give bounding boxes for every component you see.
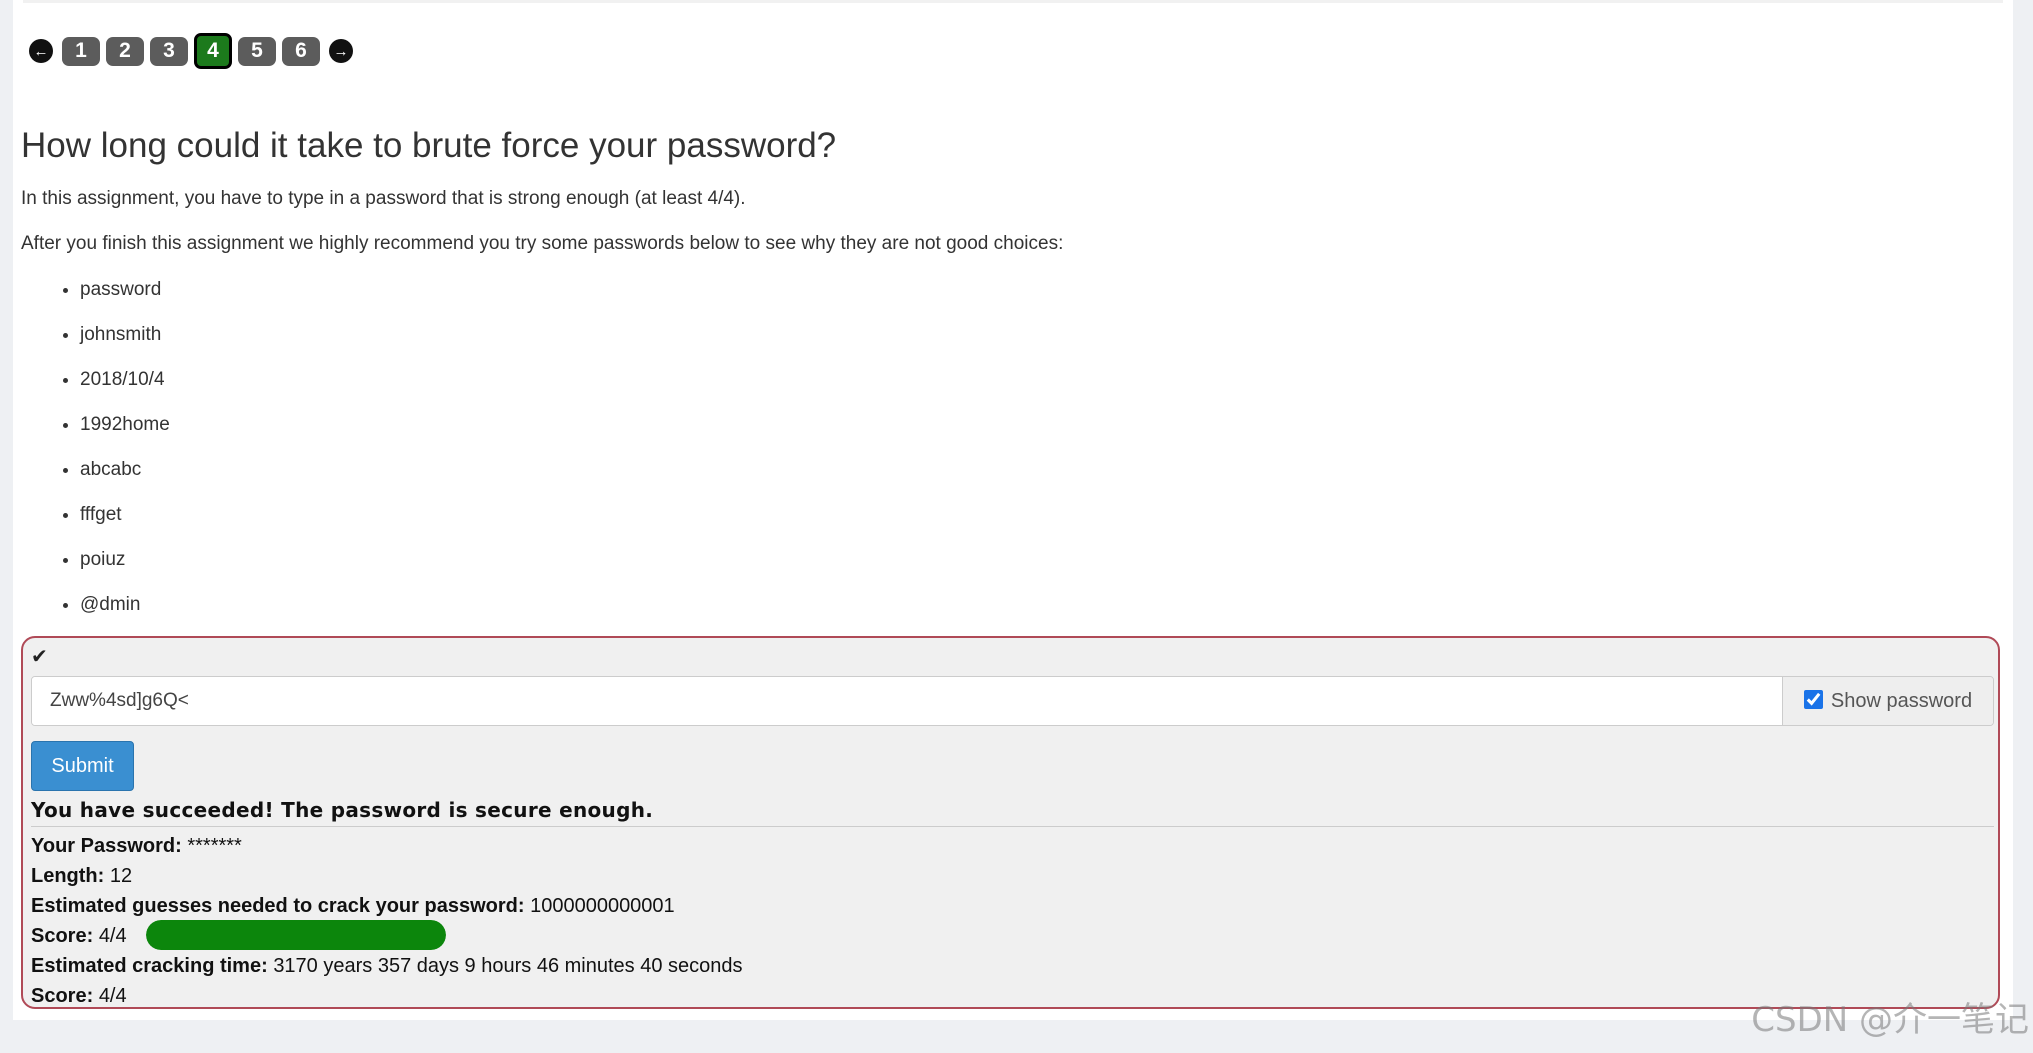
password-masked: ******* xyxy=(187,835,242,857)
csdn-watermark: CSDN @介一笔记 xyxy=(1751,1000,2029,1040)
show-password-checkbox[interactable] xyxy=(1803,689,1823,709)
list-item: fffget xyxy=(80,495,170,540)
cracking-time-label: Estimated cracking time: xyxy=(31,955,268,977)
list-item: @dmin xyxy=(80,585,170,630)
score-summary-value: 4/4 xyxy=(98,985,127,1007)
length-row: Length: 12 xyxy=(31,861,1994,891)
list-item: abcabc xyxy=(80,450,170,495)
weak-password-list: passwordjohnsmith2018/10/41992homeabcabc… xyxy=(60,270,170,630)
length-label: Length: xyxy=(31,865,105,887)
password-label: Your Password: xyxy=(31,835,182,857)
password-input-group: Show password xyxy=(31,676,1994,726)
show-password-label: Show password xyxy=(1830,689,1973,712)
feedback-output: You have succeeded! The password is secu… xyxy=(31,798,1994,1011)
page-button-3[interactable]: 3 xyxy=(150,36,188,66)
list-item: 1992home xyxy=(80,405,170,450)
score-row: Score: 4/4 xyxy=(31,919,1994,951)
list-item: password xyxy=(80,270,170,315)
page-button-4[interactable]: 4 xyxy=(194,33,232,69)
page-button-6[interactable]: 6 xyxy=(282,36,320,66)
length-value: 12 xyxy=(109,865,133,887)
page-button-5[interactable]: 5 xyxy=(238,36,276,66)
cracking-time-row: Estimated cracking time: 3170 years 357 … xyxy=(31,951,1994,981)
assignment-title: How long could it take to brute force yo… xyxy=(21,126,837,165)
assignment-attack-panel: ✔ Show password Submit You have succeede… xyxy=(21,636,2000,1009)
show-password-toggle[interactable]: Show password xyxy=(1782,677,1993,725)
success-message: You have succeeded! The password is secu… xyxy=(31,798,1994,827)
list-item: poiuz xyxy=(80,540,170,585)
password-input[interactable] xyxy=(32,677,1782,725)
strength-meter-fill xyxy=(146,919,447,950)
page-button-group: 123456 xyxy=(59,33,323,69)
guesses-value: 1000000000001 xyxy=(530,895,675,917)
guesses-label: Estimated guesses needed to crack your p… xyxy=(31,895,525,917)
lesson-pagination: ← 123456 → xyxy=(23,33,359,69)
page-button-1[interactable]: 1 xyxy=(62,36,100,66)
check-icon: ✔ xyxy=(31,646,48,668)
cracking-time-value: 3170 years 357 days 9 hours 46 minutes 4… xyxy=(273,955,743,977)
submit-button[interactable]: Submit xyxy=(31,741,134,791)
score-summary-row: Score: 4/4 xyxy=(31,981,1994,1011)
score-label: Score: xyxy=(31,925,94,947)
page-container: ← 123456 → How long could it take to bru… xyxy=(13,0,2013,1020)
assignment-intro: In this assignment, you have to type in … xyxy=(21,188,746,209)
page-button-2[interactable]: 2 xyxy=(106,36,144,66)
password-row: Your Password: ******* xyxy=(31,831,1994,861)
score-summary-label: Score: xyxy=(31,985,94,1007)
recommendation-text: After you finish this assignment we high… xyxy=(21,233,1064,254)
list-item: johnsmith xyxy=(80,315,170,360)
next-page-arrow-icon[interactable]: → xyxy=(329,39,353,63)
guesses-row: Estimated guesses needed to crack your p… xyxy=(31,891,1994,921)
prev-page-arrow-icon[interactable]: ← xyxy=(29,39,53,63)
list-item: 2018/10/4 xyxy=(80,360,170,405)
strength-meter xyxy=(146,919,447,950)
score-value: 4/4 xyxy=(98,925,127,947)
top-divider xyxy=(23,0,2003,3)
